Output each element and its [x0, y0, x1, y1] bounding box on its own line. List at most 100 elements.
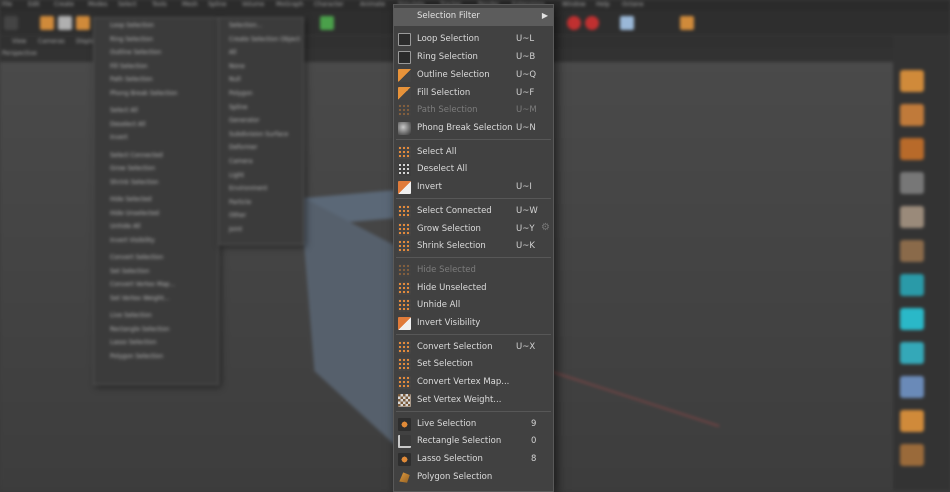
panel-tool-icon[interactable] [900, 138, 924, 160]
menu-item-convert-vertex-map[interactable]: Convert Vertex Map... [394, 374, 553, 392]
blurred-menu-item: Select All [110, 107, 138, 114]
menubar-item[interactable]: Mesh [182, 1, 198, 8]
menu-item-invert[interactable]: Invert U~I [394, 179, 553, 197]
menu-item-phong-break-selection[interactable]: Phong Break Selection U~N [394, 120, 553, 138]
menu-item-select-all[interactable]: Select All [394, 144, 553, 162]
panel-tool-icon[interactable] [900, 410, 924, 432]
tool-icon[interactable] [58, 16, 72, 30]
filter-item[interactable]: Joint [229, 226, 242, 233]
filter-item[interactable]: Spline [229, 104, 247, 111]
blurred-menu-item: Invert [110, 134, 128, 141]
panel-tool-icon[interactable] [900, 70, 924, 92]
menu-item-shortcut: U~F [516, 87, 535, 98]
menubar-item[interactable]: Help [596, 1, 610, 8]
menubar-item[interactable]: Create [54, 1, 74, 8]
filter-item[interactable]: Null [229, 76, 241, 83]
menubar-item[interactable]: Animate [360, 1, 385, 8]
record-icon[interactable] [567, 16, 581, 30]
menubar-item[interactable]: Edit [28, 1, 40, 8]
selection-filter-label: Selection Filter [417, 11, 480, 21]
filter-item[interactable]: Camera [229, 158, 253, 165]
convert-vertex-map-icon [398, 376, 411, 390]
filter-item[interactable]: Deformer [229, 144, 257, 151]
menubar-item[interactable]: Character [314, 1, 344, 8]
render-icon[interactable] [620, 16, 634, 30]
panel-tool-icon[interactable] [900, 240, 924, 262]
panel-tool-icon[interactable] [900, 274, 924, 296]
menu-item-shortcut: U~K [516, 241, 535, 252]
tool-icon[interactable] [76, 16, 90, 30]
menu-item-shortcut: 0 [531, 436, 537, 447]
viewport-tab[interactable]: Cameras [38, 38, 65, 45]
filter-item[interactable]: Environment [229, 185, 267, 192]
menu-item-shortcut: U~W [516, 205, 538, 216]
undo-icon[interactable] [4, 16, 18, 30]
set-vertex-weight-icon [398, 394, 411, 408]
grow-selection-icon [398, 222, 411, 236]
menubar-item[interactable]: Octane [622, 1, 644, 8]
menu-item-hide-unselected[interactable]: Hide Unselected [394, 280, 553, 298]
settings-icon[interactable] [680, 16, 694, 30]
filter-item[interactable]: Selection... [229, 22, 262, 29]
menu-item-label: Outline Selection [417, 69, 490, 80]
filter-item[interactable]: None [229, 63, 245, 70]
live-selection-icon [398, 417, 411, 431]
menu-item-grow-selection[interactable]: Grow Selection U~Y [394, 221, 553, 239]
menu-item-set-vertex-weight[interactable]: Set Vertex Weight... [394, 392, 553, 410]
blurred-menu-item: Loop Selection [110, 22, 154, 29]
menu-item-label: Invert Visibility [417, 318, 481, 329]
menu-item-ring-selection[interactable]: Ring Selection U~B [394, 49, 553, 67]
blurred-menu-item: Lasso Selection [110, 339, 157, 346]
selection-filter-item[interactable]: Selection Filter ▶ [394, 8, 553, 26]
menu-item-deselect-all[interactable]: Deselect All [394, 161, 553, 179]
menu-item-lasso-selection[interactable]: Lasso Selection 8 [394, 451, 553, 469]
menu-item-label: Set Vertex Weight... [417, 395, 502, 406]
filter-item[interactable]: Particle [229, 199, 251, 206]
panel-tool-icon[interactable] [900, 206, 924, 228]
panel-tool-icon[interactable] [900, 376, 924, 398]
menu-item-select-connected[interactable]: Select Connected U~W [394, 203, 553, 221]
panel-tool-icon[interactable] [900, 342, 924, 364]
filter-item[interactable]: Polygon [229, 90, 253, 97]
panel-tool-icon[interactable] [900, 172, 924, 194]
menu-item-set-selection[interactable]: Set Selection [394, 356, 553, 374]
tool-icon[interactable] [320, 16, 334, 30]
menubar-item[interactable]: File [2, 1, 12, 8]
menu-item-convert-selection[interactable]: Convert Selection U~X [394, 339, 553, 357]
panel-tool-icon[interactable] [900, 104, 924, 126]
menu-item-rectangle-selection[interactable]: Rectangle Selection 0 [394, 433, 553, 451]
menubar-item[interactable]: Modes [88, 1, 107, 8]
menubar-item[interactable]: Volume [242, 1, 264, 8]
menu-item-loop-selection[interactable]: Loop Selection U~L [394, 31, 553, 49]
record-icon[interactable] [585, 16, 599, 30]
viewport-label: Perspective [2, 50, 37, 57]
filter-item[interactable]: Other [229, 212, 246, 219]
menu-item-polygon-selection[interactable]: Polygon Selection [394, 469, 553, 487]
menu-item-live-selection[interactable]: Live Selection 9 [394, 416, 553, 434]
filter-item[interactable]: Create Selection Object [229, 36, 300, 43]
loop-selection-icon [398, 33, 411, 46]
filter-item[interactable]: Subdivision Surface [229, 131, 288, 138]
menu-item-shortcut: U~N [516, 123, 536, 134]
menu-item-fill-selection[interactable]: Fill Selection U~F [394, 85, 553, 103]
menubar-item[interactable]: Spline [208, 1, 226, 8]
tool-icon[interactable] [40, 16, 54, 30]
menubar-item[interactable]: Tools [152, 1, 167, 8]
menu-item-label: Set Selection [417, 359, 473, 370]
filter-item[interactable]: Generator [229, 117, 259, 124]
panel-tool-icon[interactable] [900, 444, 924, 466]
menubar-item[interactable]: Select [118, 1, 137, 8]
menu-item-hide-selected: Hide Selected [394, 262, 553, 280]
menu-item-outline-selection[interactable]: Outline Selection U~Q [394, 67, 553, 85]
filter-item[interactable]: Light [229, 172, 244, 179]
menu-item-invert-visibility[interactable]: Invert Visibility [394, 315, 553, 333]
menu-item-label: Live Selection [417, 418, 477, 429]
menu-item-shrink-selection[interactable]: Shrink Selection U~K [394, 238, 553, 256]
menubar-item[interactable]: Window [562, 1, 586, 8]
filter-item[interactable]: All [229, 49, 236, 56]
panel-tool-icon[interactable] [900, 308, 924, 330]
viewport-tab[interactable]: View [12, 38, 26, 45]
menu-separator [396, 257, 551, 259]
menu-item-unhide-all[interactable]: Unhide All [394, 297, 553, 315]
menubar-item[interactable]: MoGraph [276, 1, 303, 8]
